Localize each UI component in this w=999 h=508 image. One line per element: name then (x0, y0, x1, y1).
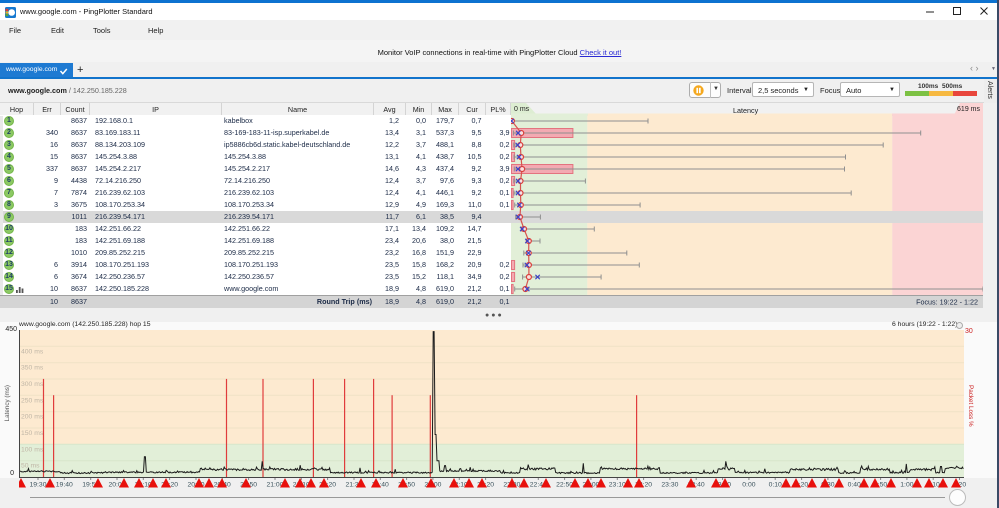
svg-text:400 ms: 400 ms (21, 348, 44, 355)
svg-text:50 ms: 50 ms (21, 463, 40, 470)
svg-text:300 ms: 300 ms (21, 381, 44, 388)
svg-text:19:40: 19:40 (56, 482, 73, 489)
svg-text:350 ms: 350 ms (21, 365, 44, 372)
svg-text:250 ms: 250 ms (21, 397, 44, 404)
svg-text:Focus: 19:22 - 1:22: Focus: 19:22 - 1:22 (916, 298, 978, 307)
svg-text:1:00: 1:00 (900, 482, 913, 489)
svg-text:0:40: 0:40 (848, 482, 861, 489)
svg-text:19:30: 19:30 (29, 482, 46, 489)
svg-text:0:00: 0:00 (742, 482, 755, 489)
svg-text:100 ms: 100 ms (21, 446, 44, 453)
svg-text:200 ms: 200 ms (21, 414, 44, 421)
svg-text:150 ms: 150 ms (21, 430, 44, 437)
svg-text:23:30: 23:30 (661, 482, 678, 489)
svg-text:0:10: 0:10 (769, 482, 782, 489)
